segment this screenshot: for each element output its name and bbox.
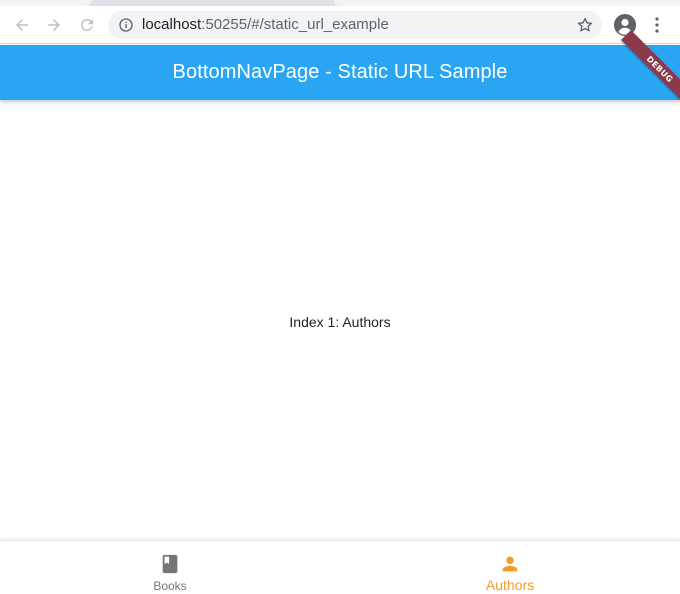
forward-button[interactable] xyxy=(43,14,65,36)
reload-icon xyxy=(81,19,93,31)
info-icon[interactable] xyxy=(118,17,134,33)
reload-button[interactable] xyxy=(76,14,98,36)
body-text: Index 1: Authors xyxy=(289,314,391,330)
book-icon xyxy=(162,554,178,574)
address-bar[interactable]: localhost:50255/#/static_url_example xyxy=(108,11,602,39)
page-body: Index 1: Authors xyxy=(0,100,680,540)
url-text[interactable]: localhost:50255/#/static_url_example xyxy=(142,17,389,33)
browser-toolbar: localhost:50255/#/static_url_example xyxy=(0,6,680,44)
bottom-nav-item-authors[interactable]: Authors xyxy=(340,541,680,594)
person-icon xyxy=(502,556,518,572)
bottom-nav-item-books[interactable]: Books xyxy=(0,541,340,594)
arrow-left-icon xyxy=(16,19,28,31)
app-bar: BottomNavPage - Static URL Sample xyxy=(0,45,680,100)
menu-dots-icon[interactable] xyxy=(648,14,666,36)
bottom-navigation-bar: Books Authors xyxy=(0,540,680,594)
url-path: :50255/#/static_url_example xyxy=(201,16,389,33)
bottom-nav-label-books: Books xyxy=(153,579,187,593)
back-button[interactable] xyxy=(11,14,33,36)
bottom-nav-label-authors: Authors xyxy=(485,577,535,593)
page-title: BottomNavPage - Static URL Sample xyxy=(172,61,508,83)
url-host: localhost xyxy=(142,16,202,33)
star-icon[interactable] xyxy=(576,16,594,34)
arrow-right-icon xyxy=(48,19,60,31)
